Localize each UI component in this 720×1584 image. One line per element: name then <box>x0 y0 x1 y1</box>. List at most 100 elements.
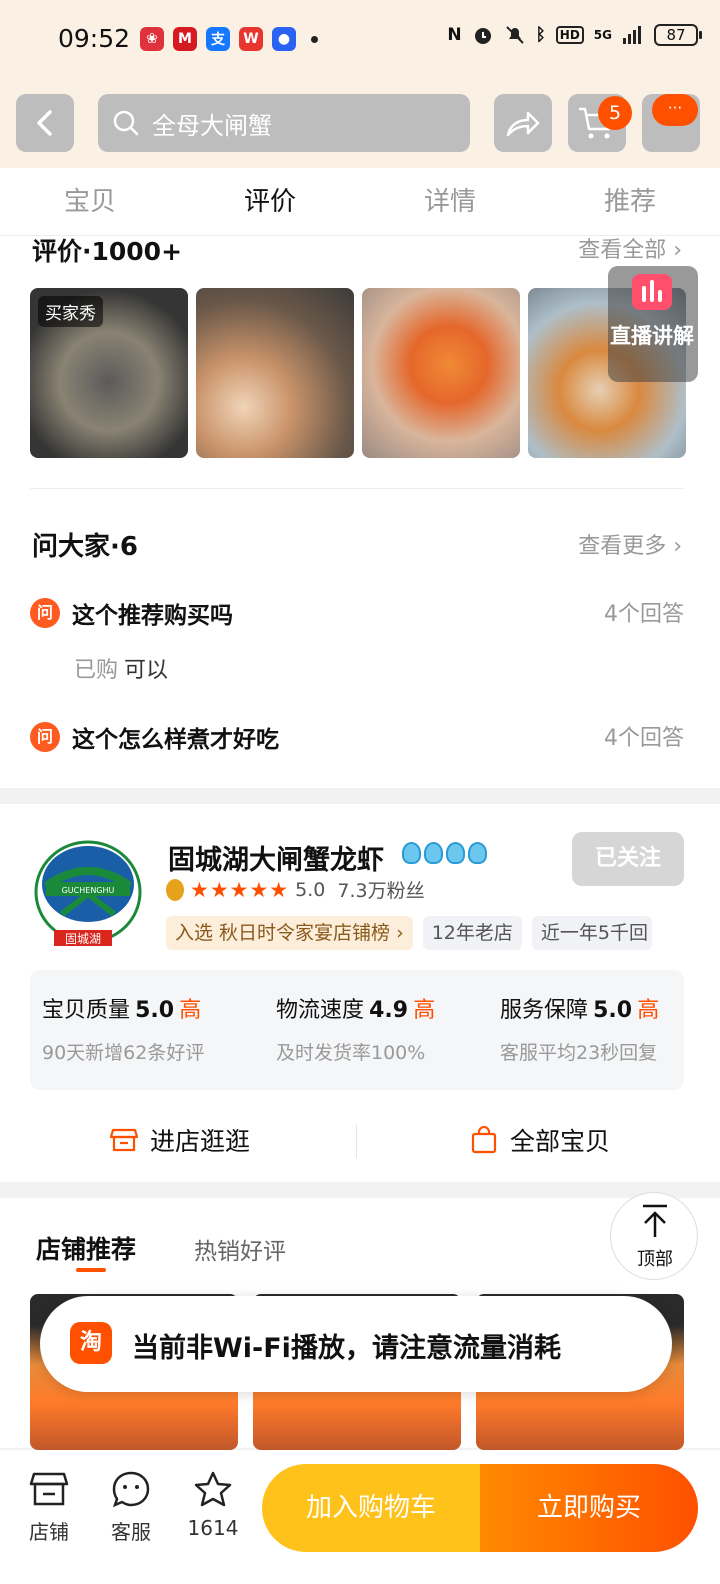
store-scores: 宝贝质量 5.0 高 90天新增62条好评 物流速度 4.9 高 及时发货率10… <box>30 970 684 1090</box>
notification-icons: ❀ M 支 W ● <box>140 27 318 51</box>
favorite-button[interactable]: 1614 <box>178 1470 248 1540</box>
store-rating: ★★★★★ 5.0 7.3万粉丝 <box>166 876 425 903</box>
favorite-count: 1614 <box>187 1516 239 1540</box>
score-value: 5.0 <box>593 998 633 1023</box>
status-indicators: N ᛒ HD 5G 87 <box>447 24 702 46</box>
review-photo[interactable]: 买家秀 <box>30 288 188 458</box>
star-rating-icon: ★★★★★ <box>190 877 290 902</box>
back-button[interactable] <box>16 94 74 152</box>
qa-view-more-label: 查看更多 <box>578 534 667 559</box>
score-value: 5.0 <box>135 998 175 1023</box>
divider <box>356 1124 357 1158</box>
store-card: GUCHENGHU 固城湖 固城湖大闸蟹龙虾 已关注 ★★★★★ 5.0 7.3… <box>0 804 720 1182</box>
store-level-crowns <box>402 842 487 864</box>
active-tab-indicator <box>76 1268 106 1272</box>
answer-preview: 已购 可以 <box>74 652 168 684</box>
answer-prefix: 已购 <box>74 658 119 683</box>
answer-count: 4个回答 <box>604 602 684 627</box>
network-toast: 淘 当前非Wi-Fi播放，请注意流量消耗 <box>40 1296 672 1392</box>
answer-text: 可以 <box>124 658 169 683</box>
bluetooth-icon: ᛒ <box>535 25 546 45</box>
medal-icon <box>166 878 184 901</box>
score-quality: 宝贝质量 5.0 高 90天新增62条好评 <box>42 992 204 1065</box>
rating-value: 5.0 <box>295 878 326 901</box>
signal-icon <box>623 26 641 44</box>
tab-3[interactable]: 推荐 <box>540 168 720 235</box>
enter-store-button[interactable]: 进店逛逛 <box>0 1110 360 1170</box>
toast-message: 当前非Wi-Fi播放，请注意流量消耗 <box>132 1333 561 1364</box>
store-tags: 入选 秋日时令家宴店铺榜 › 12年老店 近一年5千回 <box>166 916 652 950</box>
bottom-action-bar: 店铺 客服 1614 加入购物车 立即购买 <box>0 1450 720 1584</box>
reviews-view-all[interactable]: 查看全部 › <box>578 232 682 264</box>
customer-service-label: 客服 <box>111 1520 151 1544</box>
back-to-top-label: 顶部 <box>637 1249 673 1270</box>
follow-button[interactable]: 已关注 <box>572 832 684 886</box>
customer-service-button[interactable]: 客服 <box>96 1470 166 1545</box>
chevron-left-icon <box>37 110 52 136</box>
status-time: 09:52 <box>58 24 131 53</box>
taobao-icon: 淘 <box>70 1322 112 1364</box>
qa-question-row[interactable]: 问 这个怎么样煮才好吃 4个回答 <box>30 718 684 758</box>
tab-store-recommend[interactable]: 店铺推荐 <box>36 1230 136 1266</box>
store-links: 进店逛逛 全部宝贝 <box>0 1110 720 1170</box>
qa-view-more[interactable]: 查看更多 › <box>578 528 682 560</box>
question-text: 这个推荐购买吗 <box>72 603 233 629</box>
score-label: 服务保障 <box>500 998 589 1023</box>
app-icon-wps: W <box>239 27 263 51</box>
store-nav-label: 店铺 <box>29 1520 69 1544</box>
all-items-label: 全部宝贝 <box>509 1127 610 1156</box>
score-subtext: 90天新增62条好评 <box>42 1042 205 1064</box>
more-menu-pill[interactable]: ··· <box>652 94 698 126</box>
score-label: 宝贝质量 <box>42 998 131 1023</box>
all-items-button[interactable]: 全部宝贝 <box>360 1110 720 1170</box>
share-icon <box>506 111 540 137</box>
score-label: 物流速度 <box>276 998 365 1023</box>
crown-icon <box>468 842 487 864</box>
question-text: 这个怎么样煮才好吃 <box>72 727 279 753</box>
live-explain-card[interactable]: 直播讲解 <box>608 266 698 382</box>
arrow-up-icon <box>643 1204 667 1237</box>
view-all-label: 查看全部 <box>578 238 667 263</box>
score-subtext: 客服平均23秒回复 <box>500 1042 658 1064</box>
enter-store-label: 进店逛逛 <box>149 1127 250 1156</box>
score-subtext: 及时发货率100% <box>276 1042 426 1064</box>
score-level: 高 <box>413 998 436 1023</box>
store-logo[interactable]: GUCHENGHU 固城湖 <box>32 836 144 948</box>
crown-icon <box>424 842 443 864</box>
status-bar: 09:52 ❀ M 支 W ● N ᛒ HD 5G 87 <box>0 0 720 80</box>
star-icon <box>194 1471 232 1507</box>
app-icon-alipay: 支 <box>206 27 230 51</box>
follower-count: 7.3万粉丝 <box>337 880 425 902</box>
score-service: 服务保障 5.0 高 客服平均23秒回复 <box>500 992 659 1065</box>
tab-1[interactable]: 评价 <box>180 168 360 235</box>
search-icon <box>113 110 139 136</box>
tab-2[interactable]: 详情 <box>360 168 540 235</box>
review-photo[interactable] <box>196 288 354 458</box>
score-value: 4.9 <box>369 998 409 1023</box>
store-tag: 12年老店 <box>422 916 522 950</box>
tab-0[interactable]: 宝贝 <box>0 168 180 235</box>
add-to-cart-button[interactable]: 加入购物车 <box>262 1464 480 1552</box>
live-label: 直播讲解 <box>610 324 694 348</box>
buyer-show-label: 买家秀 <box>38 296 103 327</box>
battery-icon: 87 <box>654 24 702 46</box>
logo-text: GUCHENGHU <box>62 886 115 895</box>
hd-icon: HD <box>555 26 584 44</box>
qa-question-row[interactable]: 问 这个推荐购买吗 4个回答 <box>30 594 684 634</box>
review-photo[interactable] <box>362 288 520 458</box>
store-tag-ranking[interactable]: 入选 秋日时令家宴店铺榜 › <box>166 916 413 950</box>
search-placeholder: 全母大闸蟹 <box>152 111 272 140</box>
store-nav-button[interactable]: 店铺 <box>14 1470 84 1545</box>
score-logistics: 物流速度 4.9 高 及时发货率100% <box>276 992 435 1065</box>
store-tag: 近一年5千回 <box>531 916 652 950</box>
back-to-top-button[interactable]: 顶部 <box>610 1192 698 1280</box>
tab-hot-reviews[interactable]: 热销好评 <box>194 1232 286 1266</box>
search-input[interactable]: 全母大闸蟹 <box>98 94 470 152</box>
buy-now-button[interactable]: 立即购买 <box>480 1464 698 1552</box>
storefront-icon <box>109 1128 138 1152</box>
shopping-bag-icon <box>471 1126 497 1154</box>
nfc-icon: N <box>447 25 462 45</box>
review-photos: 买家秀 <box>30 288 686 458</box>
store-name[interactable]: 固城湖大闸蟹龙虾 <box>168 838 384 877</box>
share-button[interactable] <box>494 94 552 152</box>
